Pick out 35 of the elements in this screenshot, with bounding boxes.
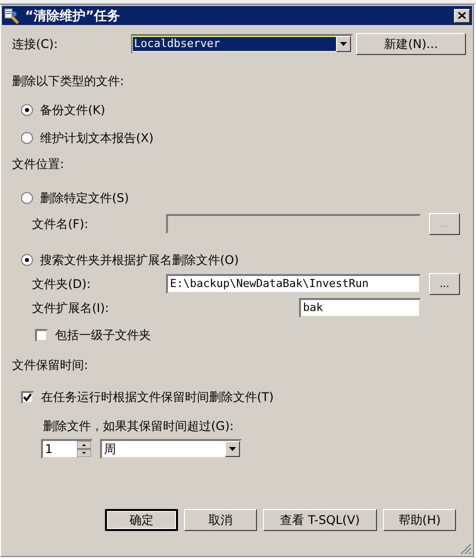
field-label: 文件名(F): (32, 216, 90, 232)
dialog-button[interactable]: 确定 (105, 509, 178, 531)
checkbox-label: 在任务运行时根据文件保留时间删除文件(T) (41, 388, 274, 406)
checkbox[interactable] (35, 328, 48, 342)
radio-label: 备份文件(K) (40, 102, 106, 118)
dialog-button[interactable]: 查看 T-SQL(V) (263, 509, 377, 531)
field-label: 连接(C): (12, 36, 59, 52)
close-button[interactable] (454, 8, 470, 22)
connection-dropdown[interactable]: Localdbserver (131, 34, 353, 54)
new-button[interactable]: 新建(N)... (356, 33, 466, 55)
field-label: 删除文件，如果其保留时间超过(G): (43, 418, 234, 435)
radio-label: 搜索文件夹并根据扩展名删除文件(O) (40, 252, 239, 268)
checkbox-label: 包括一级子文件夹 (55, 326, 151, 344)
checkbox[interactable] (21, 390, 34, 404)
close-icon (458, 12, 466, 19)
radio-label: 维护计划文本报告(X) (40, 130, 154, 146)
dialog-button[interactable]: 帮助(H) (383, 509, 456, 531)
section-heading: 文件保留时间: (12, 357, 88, 374)
radio-button[interactable] (21, 192, 33, 204)
number-spinner[interactable]: 1 (41, 439, 93, 459)
spin-arrows-icon (77, 441, 91, 457)
field-label: 文件扩展名(I): (32, 300, 110, 316)
section-heading: 文件位置: (12, 156, 64, 173)
section-heading: 删除以下类型的文件: (12, 73, 124, 90)
folder-field[interactable]: E:\backup\NewDataBak\InvestRun (166, 274, 421, 294)
window-title: “清除维护”任务 (25, 8, 122, 24)
dialog-button[interactable]: 取消 (184, 509, 257, 531)
radio-button[interactable] (21, 254, 33, 266)
browse-button[interactable]: ... (429, 273, 460, 295)
radio-button[interactable] (21, 132, 33, 144)
extension-field[interactable]: bak (299, 298, 421, 318)
radio-label: 删除特定文件(S) (40, 190, 129, 206)
unit-dropdown[interactable]: 周 (100, 439, 242, 459)
radio-button[interactable] (21, 104, 33, 116)
field-label: 文件夹(D): (32, 276, 92, 292)
